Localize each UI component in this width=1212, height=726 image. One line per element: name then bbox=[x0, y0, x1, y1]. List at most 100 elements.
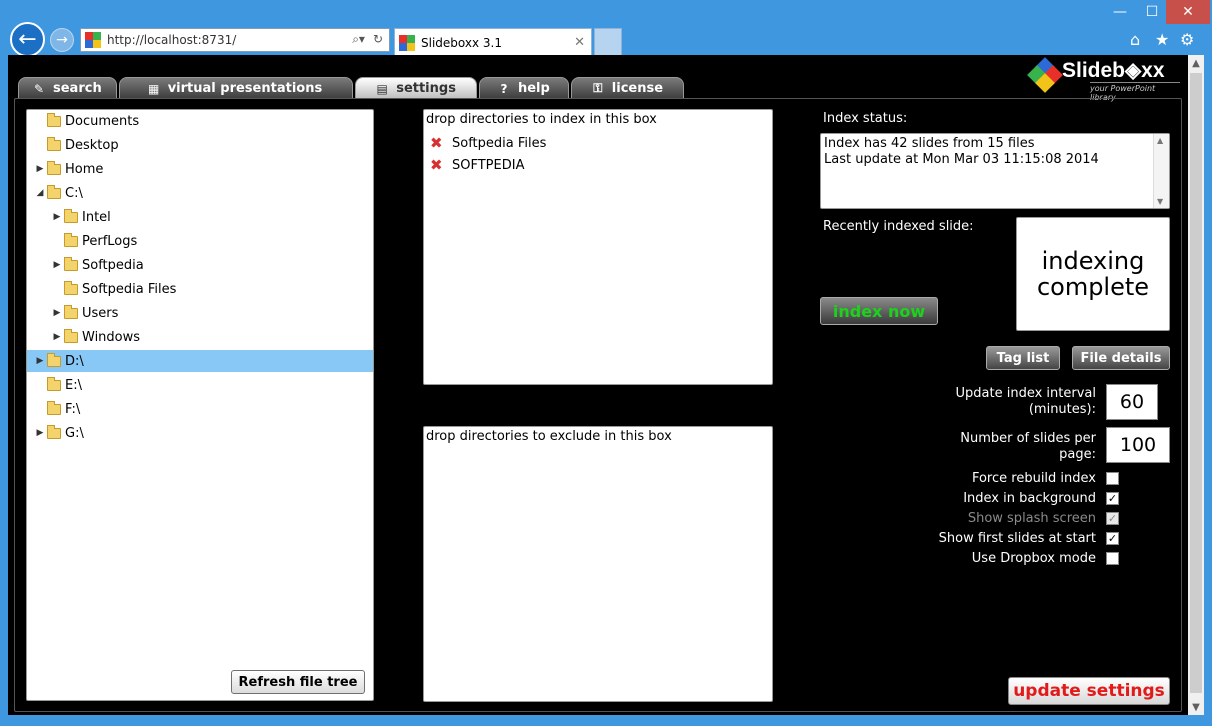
refresh-icon[interactable]: ↻ bbox=[373, 32, 383, 47]
folder-icon bbox=[64, 328, 78, 343]
close-window-icon[interactable]: ✕ bbox=[1166, 0, 1210, 24]
browser-tab[interactable]: Slideboxx 3.1 ✕ bbox=[394, 28, 592, 56]
scroll-up-icon[interactable]: ▲ bbox=[1188, 55, 1204, 71]
scroll-down-icon[interactable]: ▼ bbox=[1157, 197, 1163, 206]
tree-item-label: Intel bbox=[82, 209, 111, 225]
slides-per-page-label: Number of slides per page: bbox=[908, 431, 1096, 463]
tree-arrow-icon[interactable]: ▶ bbox=[35, 428, 45, 438]
list-item: ✖ SOFTPEDIA bbox=[430, 156, 524, 174]
tree-item[interactable]: ◢ C:\ bbox=[27, 182, 373, 204]
tree-arrow-icon[interactable]: ▶ bbox=[52, 332, 62, 342]
folder-icon bbox=[47, 400, 61, 415]
remove-icon[interactable]: ✖ bbox=[430, 156, 452, 174]
tree-item[interactable]: F:\ bbox=[27, 398, 373, 420]
tab-help[interactable]: ? help bbox=[478, 77, 569, 99]
refresh-file-tree-button[interactable]: Refresh file tree bbox=[231, 670, 365, 694]
folder-icon bbox=[47, 160, 61, 175]
list-item: ✖ Softpedia Files bbox=[430, 134, 546, 152]
first-slides-label: Show first slides at start bbox=[938, 531, 1096, 546]
scrollbar-thumb[interactable] bbox=[1190, 73, 1202, 693]
tab-search[interactable]: ✎ search bbox=[18, 77, 117, 99]
remove-icon[interactable]: ✖ bbox=[430, 134, 452, 152]
folder-icon bbox=[47, 376, 61, 391]
tree-item-label: Home bbox=[65, 161, 104, 177]
tag-list-button[interactable]: Tag list bbox=[986, 346, 1060, 370]
tree-item[interactable]: E:\ bbox=[27, 374, 373, 396]
first-slides-checkbox[interactable]: ✓ bbox=[1106, 532, 1119, 545]
tree-arrow-icon[interactable]: ▶ bbox=[52, 260, 62, 270]
tab-license[interactable]: ⚿ license bbox=[570, 77, 685, 99]
file-tree[interactable]: Documents Desktop ▶ Home ◢ C:\ ▶ Intel Perf… bbox=[26, 109, 374, 701]
folder-icon bbox=[47, 424, 61, 439]
site-favicon-icon bbox=[85, 32, 101, 48]
back-arrow-icon[interactable]: ← bbox=[10, 22, 45, 57]
tree-item[interactable]: Documents bbox=[27, 110, 373, 132]
file-details-button[interactable]: File details bbox=[1072, 346, 1170, 370]
slides-per-page-input[interactable]: 100 bbox=[1106, 427, 1170, 463]
presentation-tab-icon: ▦ bbox=[148, 81, 160, 96]
tree-item[interactable]: ▶ Home bbox=[27, 158, 373, 180]
label-line: Number of slides per bbox=[960, 431, 1096, 446]
tree-item[interactable]: ▶ Users bbox=[27, 302, 373, 324]
tree-arrow-icon[interactable]: ◢ bbox=[35, 188, 45, 198]
folder-icon bbox=[64, 208, 78, 223]
app-tabs: ✎ search ▦ virtual presentations ▤ settings… bbox=[18, 77, 686, 99]
slideboxx-logo: Slideb◈xx your PowerPoint library bbox=[1027, 57, 1180, 102]
tab-favicon-icon bbox=[399, 34, 415, 51]
folder-icon bbox=[64, 304, 78, 319]
tree-arrow-icon[interactable]: ▶ bbox=[52, 212, 62, 222]
label-line: Update index interval bbox=[955, 386, 1096, 401]
tree-item[interactable]: ▶ G:\ bbox=[27, 422, 373, 444]
tab-label: virtual presentations bbox=[167, 81, 323, 96]
close-tab-icon[interactable]: ✕ bbox=[574, 35, 585, 50]
tree-item[interactable]: ▶ Windows bbox=[27, 326, 373, 348]
status-scrollbar[interactable]: ▲ ▼ bbox=[1153, 134, 1169, 208]
exclude-box-header: drop directories to exclude in this box bbox=[426, 429, 672, 444]
tree-item[interactable]: ▶ Softpedia bbox=[27, 254, 373, 276]
address-bar[interactable]: http://localhost:8731/ ⌕▾ ↻ bbox=[80, 28, 390, 52]
tree-item[interactable]: PerfLogs bbox=[27, 230, 373, 252]
tab-settings[interactable]: ▤ settings bbox=[355, 77, 477, 99]
home-icon[interactable]: ⌂ bbox=[1130, 30, 1140, 49]
tree-arrow-icon[interactable]: ▶ bbox=[35, 164, 45, 174]
include-box-header: drop directories to index in this box bbox=[426, 112, 657, 127]
scroll-up-icon[interactable]: ▲ bbox=[1157, 136, 1163, 145]
update-settings-button[interactable]: update settings bbox=[1008, 677, 1170, 705]
gear-icon[interactable]: ⚙ bbox=[1180, 30, 1194, 49]
tree-arrow-icon[interactable]: ▶ bbox=[35, 356, 45, 366]
tree-item[interactable]: Softpedia Files bbox=[27, 278, 373, 300]
folder-icon bbox=[47, 136, 61, 151]
page-scrollbar[interactable]: ▲ ▼ bbox=[1188, 55, 1204, 715]
tab-title: Slideboxx 3.1 bbox=[421, 35, 502, 50]
tab-label: search bbox=[53, 81, 102, 96]
exclude-drop-box[interactable]: drop directories to exclude in this box bbox=[423, 426, 773, 702]
minimize-icon[interactable]: — bbox=[1108, 0, 1132, 24]
star-icon[interactable]: ★ bbox=[1155, 30, 1169, 49]
tab-virtual-presentations[interactable]: ▦ virtual presentations bbox=[118, 77, 354, 99]
include-drop-box[interactable]: drop directories to index in this box ✖ S… bbox=[423, 109, 773, 385]
index-now-button[interactable]: index now bbox=[820, 297, 938, 325]
tree-arrow-icon[interactable]: ▶ bbox=[52, 308, 62, 318]
tree-item[interactable]: Desktop bbox=[27, 134, 373, 156]
maximize-icon[interactable]: ☐ bbox=[1140, 0, 1164, 24]
address-actions: ⌕▾ ↻ bbox=[352, 32, 383, 47]
tree-item-label: F:\ bbox=[65, 401, 81, 417]
forward-arrow-icon[interactable]: → bbox=[50, 28, 74, 52]
folder-icon bbox=[47, 112, 61, 127]
update-interval-input[interactable]: 60 bbox=[1106, 384, 1158, 420]
new-tab-button[interactable] bbox=[594, 28, 622, 56]
force-rebuild-checkbox[interactable] bbox=[1106, 472, 1119, 485]
index-status-label: Index status: bbox=[823, 111, 908, 126]
dropbox-mode-checkbox[interactable] bbox=[1106, 552, 1119, 565]
tab-label: settings bbox=[396, 81, 456, 96]
scroll-down-icon[interactable]: ▼ bbox=[1188, 699, 1204, 715]
tree-item-selected[interactable]: ▶ D:\ bbox=[27, 350, 373, 372]
settings-tab-icon: ▤ bbox=[376, 81, 388, 96]
index-background-checkbox[interactable]: ✓ bbox=[1106, 492, 1119, 505]
folder-icon bbox=[64, 232, 78, 247]
splash-screen-checkbox[interactable]: ✓ bbox=[1106, 512, 1119, 525]
key-tab-icon: ⚿ bbox=[593, 81, 603, 95]
logo-diamond-icon bbox=[1027, 57, 1063, 93]
tree-item[interactable]: ▶ Intel bbox=[27, 206, 373, 228]
search-icon[interactable]: ⌕▾ bbox=[352, 32, 365, 47]
